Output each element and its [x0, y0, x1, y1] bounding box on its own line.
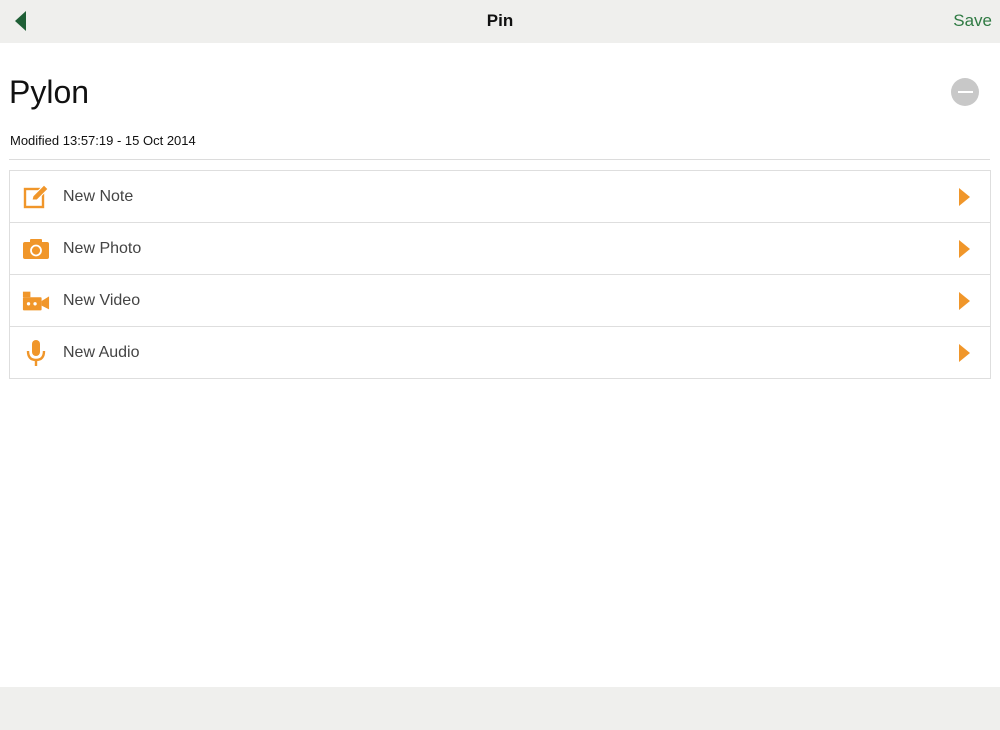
new-photo-row[interactable]: New Photo: [10, 223, 990, 275]
chevron-right-icon: [959, 344, 970, 362]
new-note-row[interactable]: New Note: [10, 171, 990, 223]
chevron-right-icon: [959, 188, 970, 206]
nav-title: Pin: [486, 11, 514, 30]
new-video-row[interactable]: New Video: [10, 275, 990, 327]
edit-note-icon: [22, 183, 50, 211]
divider: [9, 159, 990, 160]
pin-title: Pylon: [9, 74, 90, 110]
camera-icon: [22, 235, 50, 263]
chevron-right-icon: [959, 292, 970, 310]
new-audio-label: New Audio: [63, 343, 140, 361]
new-audio-row[interactable]: New Audio: [10, 327, 990, 379]
save-button[interactable]: Save: [953, 11, 992, 31]
bottom-toolbar: [0, 687, 1000, 730]
new-note-label: New Note: [63, 187, 134, 205]
navigation-bar: Pin Save: [0, 0, 1000, 43]
microphone-icon: [22, 339, 50, 367]
remove-button[interactable]: [951, 78, 979, 106]
action-list: New Note New Photo New Video New Audio: [9, 170, 991, 379]
new-photo-label: New Photo: [63, 239, 142, 257]
chevron-right-icon: [959, 240, 970, 258]
video-camera-icon: [22, 287, 50, 315]
new-video-label: New Video: [63, 291, 141, 309]
minus-icon: [957, 91, 973, 93]
modified-timestamp: Modified 13:57:19 - 15 Oct 2014: [10, 133, 196, 148]
